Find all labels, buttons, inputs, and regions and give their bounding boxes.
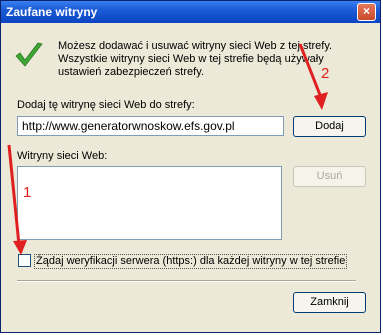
trusted-sites-dialog: Zaufane witryny × Możesz dodawać i usuwa… bbox=[0, 0, 381, 333]
sites-listbox[interactable] bbox=[17, 166, 282, 240]
remove-button[interactable]: Usuń bbox=[293, 166, 366, 187]
dialog-title: Zaufane witryny bbox=[6, 5, 98, 19]
sites-list-label: Witryny sieci Web: bbox=[17, 150, 108, 162]
info-text: Możesz dodawać i usuwać witryny sieci We… bbox=[58, 40, 358, 79]
info-line-3: ustawień zabezpieczeń strefy. bbox=[58, 66, 204, 78]
add-button[interactable]: Dodaj bbox=[293, 116, 366, 137]
require-https-label[interactable]: Żądaj weryfikacji serwera (https:) dla k… bbox=[34, 254, 348, 269]
close-button[interactable]: Zamknij bbox=[293, 292, 366, 313]
checkmark-icon bbox=[15, 42, 43, 67]
info-line-1: Możesz dodawać i usuwać witryny sieci We… bbox=[58, 40, 333, 52]
require-https-checkbox[interactable] bbox=[18, 254, 31, 267]
site-url-input[interactable]: http://www.generatorwnoskow.efs.gov.pl bbox=[17, 116, 284, 136]
info-line-2: Wszystkie witryny sieci Web w tej strefi… bbox=[58, 53, 324, 65]
close-window-button[interactable]: × bbox=[357, 3, 376, 21]
separator bbox=[17, 280, 356, 282]
dialog-body: Możesz dodawać i usuwać witryny sieci We… bbox=[1, 23, 380, 332]
add-site-label: Dodaj tę witrynę sieci Web do strefy: bbox=[17, 99, 195, 111]
title-bar: Zaufane witryny × bbox=[1, 1, 380, 23]
